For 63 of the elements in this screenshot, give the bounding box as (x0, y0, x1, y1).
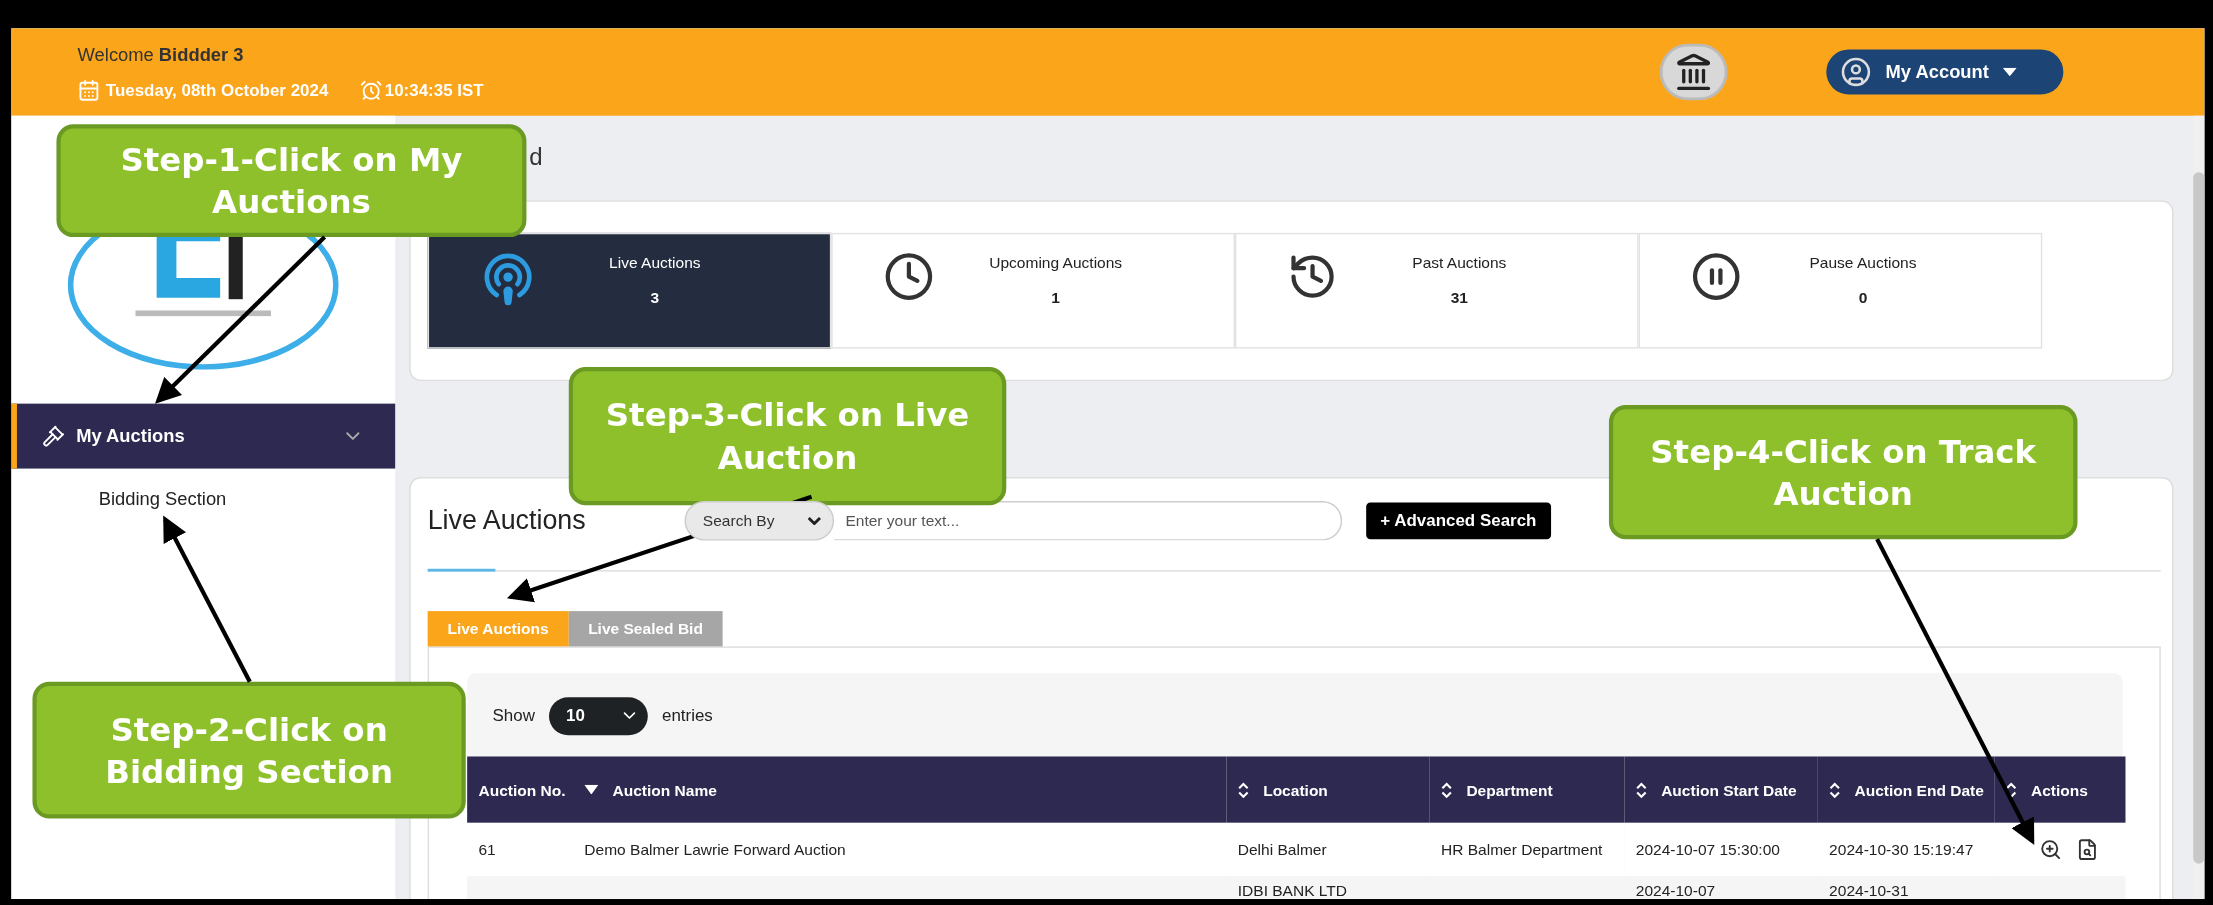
sort-icon[interactable] (1635, 781, 1648, 799)
calendar-icon (77, 78, 101, 102)
stat-label: Live Auctions (609, 253, 701, 273)
show-label: Show (492, 704, 535, 728)
entries-label: entries (661, 704, 713, 728)
account-button[interactable]: My Account (1826, 49, 2064, 95)
stat-count: 1 (1051, 287, 1060, 308)
chevron-icon (807, 516, 822, 525)
sort-icon[interactable] (1829, 781, 1841, 799)
stat-card[interactable]: Past Auctions 31 (1234, 232, 1639, 349)
step-callout: Step-4-Click on Track Auction (1608, 405, 2078, 540)
panel-title: Live Auctions (427, 503, 587, 537)
table-cell-text: 2024-10-07 (1635, 881, 1716, 900)
date-text: Tuesday, 08th October 2024 (105, 79, 329, 102)
time-text: 10:34:35 IST (384, 79, 484, 102)
alarm-clock-icon (359, 78, 382, 102)
sidebar-menu-item[interactable]: My Auctions (11, 403, 396, 469)
stat-card[interactable]: Upcoming Auctions 1 (831, 232, 1235, 349)
view-document-icon[interactable] (2076, 838, 2099, 861)
stat-count: 0 (1858, 287, 1868, 308)
table-cell-text: 61 (478, 840, 496, 860)
step-callout: Step-3-Click on Live Auction (568, 366, 1007, 506)
table-cell-text: 2024-10-30 15:19:47 (1829, 840, 1974, 860)
stat-count: 31 (1450, 287, 1468, 308)
column-header[interactable]: Actions (1994, 756, 2126, 823)
advanced-search-button[interactable]: + Advanced Search (1366, 502, 1551, 540)
table-cell-text: Demo Balmer Lawrie Forward Auction (584, 840, 846, 860)
caret-icon (2003, 67, 2018, 77)
user-avatar-icon (1840, 56, 1872, 88)
column-header[interactable]: Department (1429, 756, 1625, 823)
sort-icon[interactable] (1237, 781, 1250, 799)
sort-descending-icon[interactable] (584, 784, 599, 795)
stat-label: Past Auctions (1412, 253, 1507, 273)
track-auction-icon[interactable] (2039, 838, 2062, 861)
search-by-select[interactable]: Search By (684, 501, 835, 541)
page-title: d (529, 143, 543, 174)
step-callout: Step-2-Click on Bidding Section (32, 681, 466, 819)
scrollbar[interactable] (2193, 115, 2205, 900)
stat-card[interactable]: Pause Auctions 0 (1638, 232, 2043, 349)
stat-label: Pause Auctions (1809, 253, 1917, 273)
clock-icon (883, 251, 935, 303)
search-field[interactable]: Enter your text... (834, 501, 1343, 541)
column-header[interactable]: Auction End Date (1817, 756, 1995, 823)
step-callout: Step-1-Click on My Auctions (56, 124, 527, 238)
sort-icon[interactable] (2005, 781, 2017, 799)
column-header[interactable]: Auction Start Date (1624, 756, 1818, 823)
stat-label: Upcoming Auctions (989, 253, 1123, 273)
column-header[interactable]: Auction No. (467, 756, 573, 823)
welcome-text: Welcome Biddder 3 (77, 43, 245, 68)
pause-icon (1690, 251, 1742, 303)
sort-icon[interactable] (1441, 781, 1453, 799)
column-header[interactable]: Location (1226, 756, 1430, 823)
table-cell-text: 2024-10-07 15:30:00 (1635, 840, 1780, 860)
table-cell-text: Delhi Balmer (1237, 840, 1327, 860)
sidebar-submenu-item[interactable]: Bidding Section (11, 468, 396, 514)
stat-count: 3 (650, 287, 660, 308)
table-cell-text: 2024-10-31 (1829, 881, 1909, 900)
column-header[interactable]: Auction Name (573, 756, 1227, 823)
table-cell-text: HR Balmer Department (1441, 840, 1603, 860)
table-cell-text: IDBI BANK LTD (1237, 881, 1348, 900)
gavel-icon (42, 424, 65, 448)
stat-card[interactable]: Live Auctions 3 (427, 232, 832, 349)
page-size-select[interactable]: 10 (549, 696, 648, 735)
